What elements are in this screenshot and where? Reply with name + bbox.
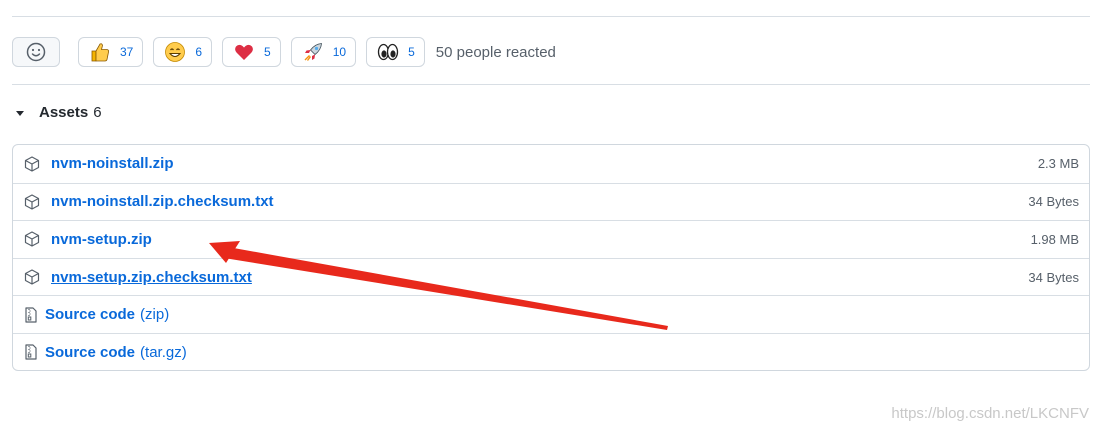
source-suffix[interactable]: (tar.gz) (140, 344, 187, 361)
package-icon (23, 193, 41, 211)
watermark: https://blog.csdn.net/LKCNFV (891, 405, 1089, 422)
reaction-thumbs-up[interactable]: 37 (78, 37, 144, 67)
file-zip-icon (23, 306, 39, 324)
asset-row: nvm-setup.zip 1.98 MB (13, 220, 1089, 258)
asset-size: 2.3 MB (1037, 156, 1079, 172)
reaction-count: 10 (332, 45, 347, 59)
asset-size: 34 Bytes (1028, 269, 1079, 285)
reaction-smile[interactable]: 6 (153, 37, 213, 67)
reactions-bar: 37 6 5 10 5 50 people reacted (12, 36, 556, 68)
file-zip-icon (23, 343, 39, 361)
assets-toggle[interactable]: Assets 6 (16, 104, 102, 121)
smile-icon (165, 42, 186, 62)
reaction-count: 6 (195, 45, 203, 59)
asset-link[interactable]: nvm-setup.zip (51, 231, 1031, 248)
asset-size: 1.98 MB (1030, 231, 1079, 247)
package-icon (23, 268, 41, 286)
assets-title: Assets (39, 104, 89, 121)
assets-count: 6 (93, 104, 102, 121)
assets-list: nvm-noinstall.zip 2.3 MB nvm-noinstall.z… (12, 144, 1090, 371)
source-row: Source code (zip) (13, 295, 1089, 333)
rocket-icon (304, 43, 322, 61)
reaction-rocket[interactable]: 10 (290, 37, 357, 67)
asset-row: nvm-setup.zip.checksum.txt 34 Bytes (13, 257, 1089, 296)
asset-row: nvm-noinstall.zip 2.3 MB (13, 145, 1089, 183)
asset-link[interactable]: nvm-noinstall.zip.checksum.txt (51, 193, 1028, 210)
reaction-count: 5 (408, 45, 415, 59)
package-icon (23, 230, 41, 248)
add-reaction-button[interactable] (12, 37, 60, 67)
heart-icon (235, 44, 253, 60)
reaction-eyes[interactable]: 5 (366, 37, 425, 67)
reaction-count: 37 (120, 45, 134, 59)
reaction-count: 5 (264, 45, 271, 59)
section-divider (12, 84, 1090, 85)
top-divider (12, 16, 1090, 17)
smiley-icon (26, 42, 46, 62)
reaction-heart[interactable]: 5 (222, 37, 281, 67)
asset-row: nvm-noinstall.zip.checksum.txt 34 Bytes (13, 182, 1089, 221)
thumbs-up-icon (91, 43, 109, 62)
source-row: Source code (tar.gz) (13, 332, 1089, 370)
source-link[interactable]: Source code (45, 306, 135, 323)
package-icon (23, 155, 41, 173)
source-suffix[interactable]: (zip) (140, 306, 169, 323)
asset-link[interactable]: nvm-setup.zip.checksum.txt (51, 269, 1028, 286)
eyes-icon (377, 43, 399, 61)
source-link[interactable]: Source code (45, 344, 135, 361)
reactions-summary: 50 people reacted (435, 43, 556, 61)
asset-size: 34 Bytes (1028, 194, 1079, 210)
asset-link[interactable]: nvm-noinstall.zip (51, 155, 1038, 172)
caret-down-icon (16, 111, 24, 116)
